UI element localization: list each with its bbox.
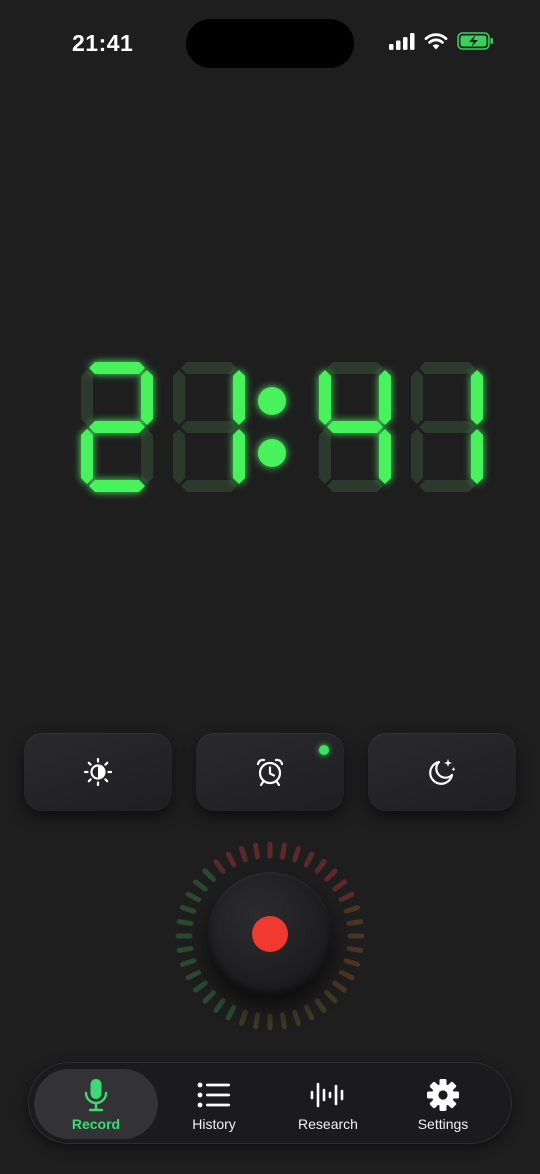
- tab-record[interactable]: Record: [34, 1069, 158, 1139]
- clock-segment: [181, 421, 237, 433]
- gear-icon: [426, 1078, 460, 1112]
- level-tick: [193, 980, 208, 993]
- level-tick: [324, 868, 338, 882]
- tab-record-label: Record: [71, 1116, 121, 1132]
- battery-charging-icon: [457, 32, 494, 50]
- level-tick: [292, 846, 301, 863]
- level-tick: [239, 1009, 248, 1026]
- clock-segment: [89, 362, 145, 374]
- clock-segment: [411, 429, 423, 484]
- wifi-icon: [424, 32, 448, 50]
- brightness-icon: [83, 757, 113, 787]
- clock-segment: [471, 370, 483, 425]
- clock-segment: [327, 480, 383, 492]
- clock-segment: [233, 370, 245, 425]
- tab-history[interactable]: History: [152, 1069, 276, 1139]
- level-tick: [185, 891, 202, 903]
- record-button[interactable]: [208, 872, 332, 996]
- clock-segment: [327, 362, 383, 374]
- clock-segment: [173, 429, 185, 484]
- level-tick: [343, 958, 360, 967]
- clock-segment: [181, 480, 237, 492]
- clock-segment: [471, 429, 483, 484]
- clock-segment: [89, 480, 145, 492]
- clock-colon-dot: [258, 439, 286, 467]
- dynamic-island: [186, 19, 354, 68]
- clock-segment: [89, 421, 145, 433]
- clock-segment: [319, 429, 331, 484]
- digital-clock: [0, 340, 540, 510]
- level-tick: [202, 868, 216, 882]
- level-tick: [314, 859, 327, 874]
- level-tick: [239, 846, 248, 863]
- level-tick: [346, 919, 364, 926]
- level-tick: [253, 1012, 260, 1030]
- microphone-icon: [83, 1078, 109, 1112]
- clock-segment: [419, 421, 475, 433]
- clock-segment: [379, 429, 391, 484]
- clock-segment: [141, 429, 153, 484]
- clock-segment: [379, 370, 391, 425]
- level-tick: [253, 842, 260, 860]
- level-tick: [225, 851, 237, 868]
- record-control: [170, 836, 370, 1036]
- tab-bar: Record History Research Settings: [28, 1062, 512, 1144]
- level-tick: [314, 998, 327, 1013]
- clock-colon-dot: [258, 387, 286, 415]
- cellular-signal-icon: [389, 32, 415, 50]
- level-tick: [346, 946, 364, 953]
- level-tick: [338, 891, 355, 903]
- tab-research-label: Research: [298, 1116, 358, 1132]
- level-tick: [332, 879, 347, 892]
- level-tick: [280, 842, 287, 860]
- level-tick: [303, 851, 315, 868]
- level-tick: [225, 1004, 237, 1021]
- clock-segment: [81, 370, 93, 425]
- level-tick: [324, 990, 338, 1004]
- clock-display: [81, 362, 483, 492]
- tab-history-label: History: [192, 1116, 236, 1132]
- brightness-button[interactable]: [24, 733, 172, 811]
- level-tick: [332, 980, 347, 993]
- status-icons: [389, 32, 494, 50]
- alarm-active-indicator: [319, 745, 329, 755]
- level-tick: [180, 905, 197, 914]
- level-tick: [343, 905, 360, 914]
- level-tick: [213, 998, 226, 1013]
- clock-segment: [233, 429, 245, 484]
- level-tick: [213, 859, 226, 874]
- tab-settings[interactable]: Settings: [381, 1069, 505, 1139]
- clock-segment: [419, 362, 475, 374]
- level-tick: [338, 969, 355, 981]
- level-tick: [280, 1012, 287, 1030]
- level-tick: [202, 990, 216, 1004]
- tab-research[interactable]: Research: [266, 1069, 390, 1139]
- clock-segment: [419, 480, 475, 492]
- clock-segment: [181, 362, 237, 374]
- list-icon: [197, 1078, 231, 1112]
- clock-segment: [411, 370, 423, 425]
- level-tick: [176, 919, 194, 926]
- status-bar: 21:41: [0, 0, 540, 90]
- waveform-icon: [309, 1078, 347, 1112]
- alarm-clock-icon: [255, 757, 285, 787]
- clock-segment: [327, 421, 383, 433]
- quick-controls: [24, 733, 516, 813]
- tab-settings-label: Settings: [417, 1116, 469, 1132]
- level-tick: [303, 1004, 315, 1021]
- clock-segment: [141, 370, 153, 425]
- level-tick: [176, 946, 194, 953]
- alarm-button[interactable]: [196, 733, 344, 811]
- level-tick: [193, 879, 208, 892]
- level-tick: [185, 969, 202, 981]
- clock-segment: [81, 429, 93, 484]
- clock-segment: [319, 370, 331, 425]
- level-tick: [180, 958, 197, 967]
- status-time: 21:41: [72, 30, 134, 56]
- moon-stars-icon: [426, 756, 458, 788]
- level-tick: [292, 1009, 301, 1026]
- clock-segment: [173, 370, 185, 425]
- record-dot-icon: [252, 916, 288, 952]
- sleep-button[interactable]: [368, 733, 516, 811]
